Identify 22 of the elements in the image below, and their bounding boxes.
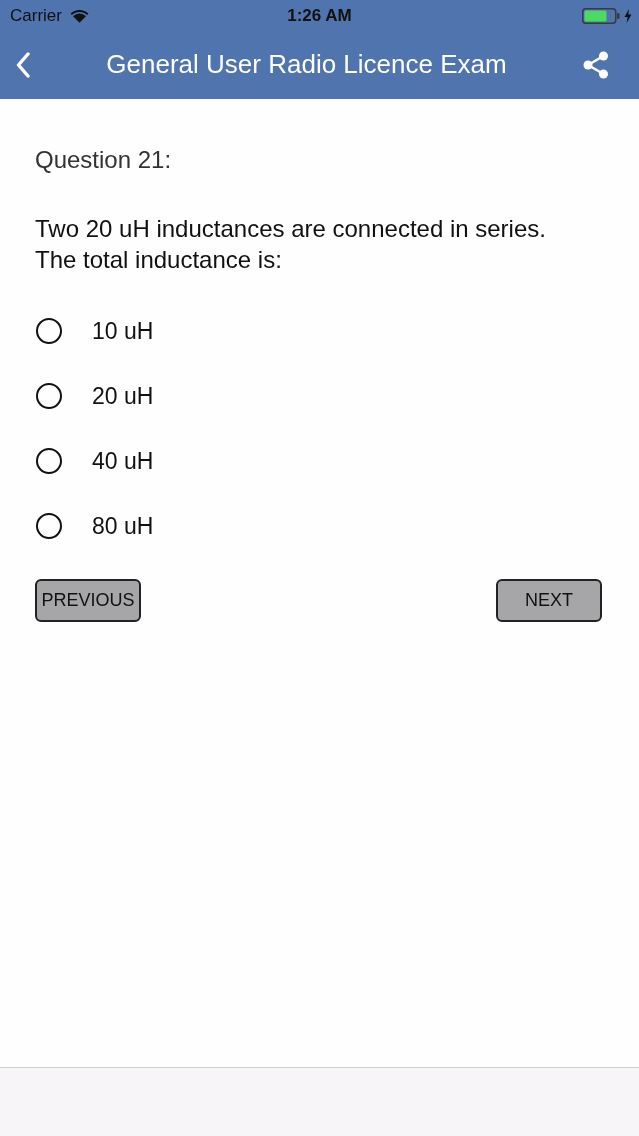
radio-button[interactable] (36, 513, 62, 539)
chevron-left-icon (16, 51, 30, 78)
previous-button[interactable]: PREVIOUS (35, 579, 141, 622)
wifi-icon (69, 9, 89, 23)
answer-option-label[interactable]: 40 uH (92, 447, 154, 475)
screen-title: General User Radio Licence Exam (106, 49, 507, 80)
back-button[interactable] (16, 51, 30, 78)
status-time: 1:26 AM (287, 6, 352, 26)
charging-bolt-icon (624, 9, 632, 23)
answer-option-label[interactable]: 80 uH (92, 512, 154, 540)
question-number: Question 21: (35, 145, 172, 175)
radio-button[interactable] (36, 383, 62, 409)
answer-option-label[interactable]: 10 uH (92, 317, 154, 345)
battery-icon (582, 8, 620, 24)
carrier-name: Carrier (10, 6, 62, 26)
next-button[interactable]: NEXT (496, 579, 602, 622)
radio-button[interactable] (36, 318, 62, 344)
radio-button[interactable] (36, 448, 62, 474)
share-button[interactable] (583, 50, 609, 79)
answer-option-label[interactable]: 20 uH (92, 382, 154, 410)
share-icon (583, 50, 609, 79)
question-text: Two 20 uH inductances are connected in series. The total inductance is: (35, 214, 547, 275)
